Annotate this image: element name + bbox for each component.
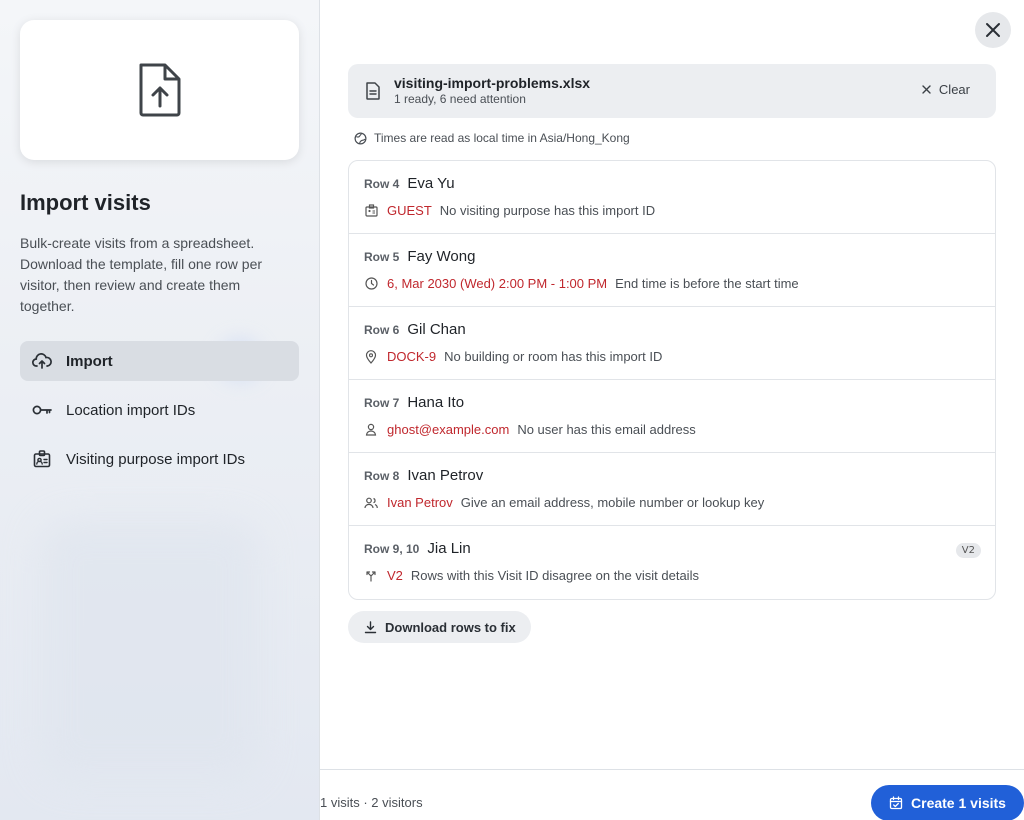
sidebar-item-label: Import (66, 352, 113, 370)
background-blur (40, 520, 260, 780)
invalid-value: DOCK-9 (387, 349, 437, 364)
row-number: Row 4 (364, 177, 400, 191)
issue-message: Give an email address, mobile number or … (460, 495, 765, 510)
id-badge-icon (32, 449, 52, 469)
timezone-text: Times are read as local time in Asia/Hon… (374, 131, 630, 145)
visit-id-badge: V2 (955, 543, 981, 558)
visitor-name: Eva Yu (407, 175, 455, 192)
visitor-name: Hana Ito (407, 394, 465, 411)
sidebar-item-visiting-purpose-import-ids[interactable]: Visiting purpose import IDs (20, 439, 299, 479)
row-number: Row 5 (364, 250, 400, 264)
sidebar-nav: Import Location import IDs Visiting purp… (20, 341, 299, 488)
create-label: Create 1 visits (911, 795, 1006, 811)
invalid-value: V2 (387, 568, 403, 583)
list-item: Row 7 Hana Ito ghost@example.com No user… (349, 380, 995, 453)
row-number: Row 7 (364, 396, 400, 410)
clock-icon (364, 277, 378, 291)
sidebar-item-label: Location import IDs (66, 401, 196, 419)
list-item: Row 6 Gil Chan DOCK-9 No building or roo… (349, 307, 995, 380)
visitor-name: Gil Chan (407, 321, 466, 338)
invalid-value: GUEST (387, 203, 432, 218)
footer: 1 visits · 2 visitors Create 1 visits (320, 769, 1024, 820)
close-icon (986, 23, 1000, 37)
row-number: Row 9, 10 (364, 542, 420, 556)
download-rows-button[interactable]: Download rows to fix (348, 611, 531, 643)
location-pin-icon (364, 349, 378, 364)
cloud-upload-icon (32, 351, 52, 371)
invalid-value: Ivan Petrov (387, 495, 453, 510)
create-visits-button[interactable]: Create 1 visits (871, 785, 1024, 820)
visitor-name: Fay Wong (407, 248, 476, 265)
file-upload-icon (139, 63, 180, 117)
calendar-check-icon (889, 796, 903, 810)
import-summary: 1 visits · 2 visitors (320, 795, 423, 810)
file-status: 1 ready, 6 need attention (394, 92, 526, 106)
sidebar-item-label: Visiting purpose import IDs (66, 450, 245, 468)
sidebar: Import visits Bulk-create visits from a … (0, 0, 320, 820)
people-icon (364, 496, 378, 510)
issue-message: Rows with this Visit ID disagree on the … (410, 568, 699, 583)
page-title: Import visits (20, 190, 151, 215)
timezone-note: Times are read as local time in Asia/Hon… (354, 131, 630, 145)
hero-card (20, 20, 299, 160)
issue-message: End time is before the start time (615, 276, 799, 291)
visitor-name: Ivan Petrov (407, 467, 484, 484)
document-icon (366, 82, 380, 100)
sidebar-item-location-import-ids[interactable]: Location import IDs (20, 390, 299, 430)
file-name: visiting-import-problems.xlsx (394, 75, 591, 91)
issue-message: No building or room has this import ID (444, 349, 663, 364)
row-number: Row 6 (364, 323, 400, 337)
issues-list: Row 4 Eva Yu GUEST No visiting purpose h… (348, 160, 996, 600)
sidebar-item-import[interactable]: Import (20, 341, 299, 381)
clear-button[interactable]: Clear (922, 82, 970, 97)
selected-file-bar: visiting-import-problems.xlsx 1 ready, 6… (348, 64, 996, 118)
page-description: Bulk-create visits from a spreadsheet. D… (20, 235, 263, 314)
issue-message: No user has this email address (517, 422, 696, 437)
main-panel: visiting-import-problems.xlsx 1 ready, 6… (320, 0, 1024, 820)
invalid-value: 6, Mar 2030 (Wed) 2:00 PM - 1:00 PM (387, 276, 608, 291)
download-icon (364, 620, 377, 633)
globe-icon (354, 132, 367, 144)
person-icon (364, 423, 378, 437)
download-label: Download rows to fix (385, 619, 516, 635)
list-item: Row 9, 10 Jia Lin V2 V2 Rows with this V… (349, 526, 995, 599)
issue-message: No visiting purpose has this import ID (439, 203, 656, 218)
clear-label: Clear (938, 82, 970, 97)
row-number: Row 8 (364, 469, 400, 483)
key-icon (32, 400, 52, 420)
list-item: Row 8 Ivan Petrov Ivan Petrov Give an em… (349, 453, 995, 526)
list-item: Row 5 Fay Wong 6, Mar 2030 (Wed) 2:00 PM… (349, 234, 995, 307)
split-icon (364, 569, 378, 583)
list-item: Row 4 Eva Yu GUEST No visiting purpose h… (349, 161, 995, 234)
visitor-name: Jia Lin (427, 540, 471, 557)
invalid-value: ghost@example.com (387, 422, 510, 437)
close-button[interactable] (975, 12, 1011, 48)
badge-icon (364, 204, 378, 218)
close-icon (922, 85, 931, 94)
